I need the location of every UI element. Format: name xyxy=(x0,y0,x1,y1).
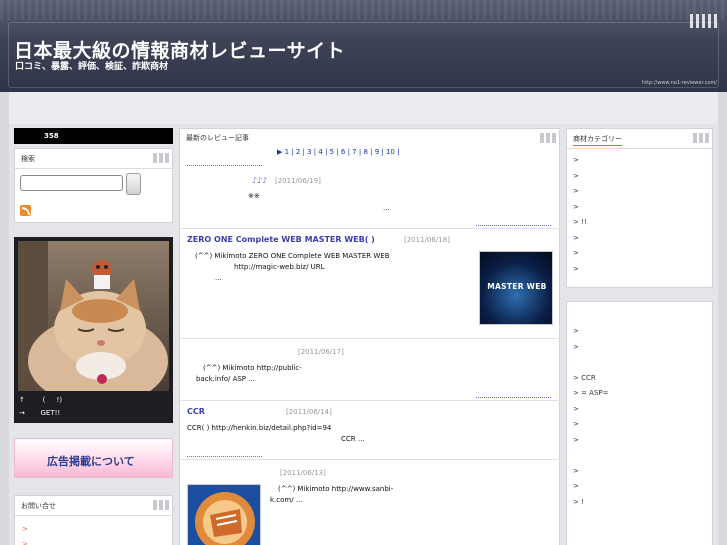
entry-thumbnail[interactable]: MASTER WEB xyxy=(479,251,553,325)
article-link xyxy=(573,448,712,464)
entry-excerpt: (^^) Mikimoto http://www.sanbi- xyxy=(278,485,394,493)
entry-excerpt: k.com/ ... xyxy=(270,496,303,504)
entry-more[interactable]: ... xyxy=(383,204,390,212)
search-button[interactable] xyxy=(126,173,141,195)
divider xyxy=(187,165,262,166)
site-header: 日本最大級の情報商材レビューサイト 口コミ、暴露、評価、検証、詐欺商材 http… xyxy=(0,0,727,92)
entry-excerpt: (^^) Mikimoto ZERO ONE Complete WEB MAST… xyxy=(195,252,390,260)
entry-date: [2011/06/17] xyxy=(298,348,344,356)
entry-excerpt: (^^) Mikimoto http://public- xyxy=(203,364,302,372)
contact-link[interactable]: > xyxy=(22,522,172,537)
category-title: 商材カテゴリー xyxy=(573,135,622,146)
entry-title[interactable]: ♪♪♪ xyxy=(252,176,267,185)
ad-banner-label: 広告掲載について xyxy=(47,455,135,468)
grip-icon xyxy=(153,153,169,163)
entry-date: [2011/06/18] xyxy=(404,236,450,244)
contact-link[interactable]: > xyxy=(22,537,172,545)
category-item[interactable]: > !! xyxy=(573,215,712,231)
search-widget-title: 検索 xyxy=(21,155,35,163)
entry-separator xyxy=(180,228,561,229)
entry-thumbnail[interactable] xyxy=(187,484,261,545)
latest-reviews-widget: 最新のレビュー記事 ▶ 1 | 2 | 3 | 4 | 5 | 6 | 7 | … xyxy=(179,128,561,545)
category-item[interactable]: > xyxy=(573,262,712,278)
entry-separator xyxy=(180,400,561,401)
contact-widget: お問い合せ > > xyxy=(14,495,173,545)
category-item[interactable]: > xyxy=(573,231,712,247)
entry-excerpt: http://magic-web.biz/ URL xyxy=(234,263,325,271)
category-item[interactable]: > xyxy=(573,184,712,200)
widget-header: 最新のレビュー記事 xyxy=(180,129,559,147)
article-link[interactable]: > xyxy=(573,402,712,418)
article-link[interactable]: > = ASP= xyxy=(573,386,712,402)
entry-excerpt: CCR ... xyxy=(341,435,365,443)
entry-separator xyxy=(180,338,561,339)
divider xyxy=(187,456,262,457)
article-link[interactable]: > xyxy=(573,324,712,340)
article-link xyxy=(573,355,712,371)
article-link[interactable]: > xyxy=(573,417,712,433)
grip-icon xyxy=(693,133,709,143)
header-stripes xyxy=(0,0,727,20)
article-link[interactable]: > xyxy=(573,340,712,356)
entry-excerpt: ※※ xyxy=(248,192,260,200)
site-subtitle: 口コミ、暴露、評価、検証、詐欺商材 xyxy=(15,62,169,72)
visitor-counter: 358 xyxy=(14,128,173,144)
entry-date: [2011/06/19] xyxy=(275,177,321,185)
category-item[interactable]: > xyxy=(573,153,712,169)
article-link[interactable]: > ! xyxy=(573,495,712,511)
ad-banner[interactable]: 広告掲載について xyxy=(14,438,173,478)
contact-widget-title: お問い合せ xyxy=(21,502,56,510)
article-link[interactable]: > CCR xyxy=(573,371,712,387)
entry-excerpt: back.info/ ASP ... xyxy=(196,375,255,383)
entry-title[interactable]: CCR xyxy=(187,407,205,416)
profile-photo xyxy=(18,241,169,391)
header-decoration-bars xyxy=(690,14,717,28)
thumbnail-label: MASTER WEB xyxy=(487,282,547,291)
grip-icon xyxy=(153,500,169,510)
search-widget: 検索 xyxy=(14,148,173,223)
latest-reviews-title: 最新のレビュー記事 xyxy=(186,134,249,142)
article-link[interactable]: > xyxy=(573,464,712,480)
grip-icon xyxy=(540,133,556,143)
widget-header: お問い合せ xyxy=(15,496,172,516)
entry-more[interactable]: ... xyxy=(215,274,222,282)
widget-header: 商材カテゴリー xyxy=(567,129,712,149)
widget-header: 検索 xyxy=(15,149,172,169)
category-item[interactable]: > xyxy=(573,200,712,216)
article-link[interactable]: > xyxy=(573,433,712,449)
content-top-strip xyxy=(9,92,718,124)
profile-text-line1: ↑ ( !) xyxy=(19,396,63,404)
divider xyxy=(476,397,551,398)
profile-widget: ↑ ( !) → GET!! xyxy=(14,237,173,423)
search-input[interactable] xyxy=(20,175,123,191)
category-item[interactable]: > xyxy=(573,246,712,262)
rss-icon[interactable] xyxy=(20,205,31,216)
article-list-widget: > > > CCR > = ASP= > > > > > > ! xyxy=(566,301,713,545)
article-link[interactable]: > xyxy=(573,479,712,495)
entry-date: [2011/06/14] xyxy=(286,408,332,416)
pagination[interactable]: ▶ 1 | 2 | 3 | 4 | 5 | 6 | 7 | 8 | 9 | 10… xyxy=(277,148,399,156)
category-widget: 商材カテゴリー > > > > > !! > > > xyxy=(566,128,713,288)
category-item[interactable]: > xyxy=(573,169,712,185)
site-url: http://www.no1-reviewer.com/ xyxy=(641,80,717,86)
entry-title[interactable]: ZERO ONE Complete WEB MASTER WEB( ) xyxy=(187,235,375,244)
divider xyxy=(476,225,551,226)
entry-separator xyxy=(180,459,561,460)
entry-date: [2011/06/13] xyxy=(280,469,326,477)
entry-excerpt: CCR( ) http://henkin.biz/detail.php?id=9… xyxy=(187,424,332,432)
profile-text-line2: → GET!! xyxy=(19,409,61,417)
